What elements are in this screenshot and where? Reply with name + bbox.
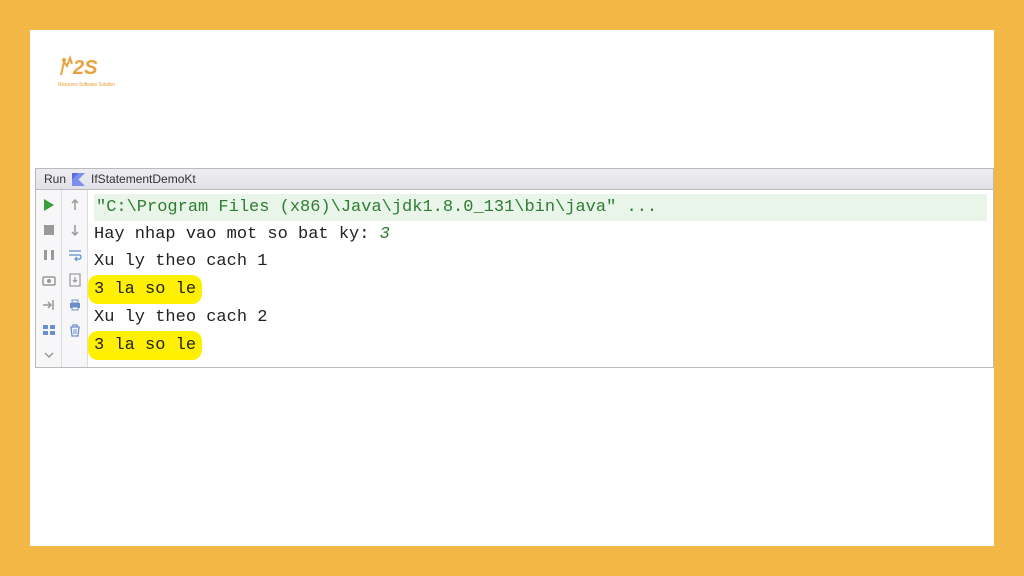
- print-button[interactable]: [62, 292, 88, 317]
- scroll-up-button[interactable]: [62, 192, 88, 217]
- output-line-1: Xu ly theo cach 1: [94, 252, 267, 271]
- clear-button[interactable]: [62, 317, 88, 342]
- highlighted-result-2: 3 la so le: [88, 331, 202, 360]
- kotlin-file-icon: [72, 173, 85, 186]
- run-body: "C:\Program Files (x86)\Java\jdk1.8.0_13…: [36, 190, 993, 367]
- toolbar-right-column: [62, 190, 88, 367]
- console-output[interactable]: "C:\Program Files (x86)\Java\jdk1.8.0_13…: [88, 190, 993, 367]
- scroll-to-end-button[interactable]: [62, 267, 88, 292]
- pause-button[interactable]: [36, 242, 62, 267]
- content-card: 2S Resource Software Solution Run IfStat…: [30, 30, 994, 546]
- highlighted-result-1: 3 la so le: [88, 275, 202, 304]
- run-config-name: IfStatementDemoKt: [91, 172, 196, 186]
- stop-button[interactable]: [36, 217, 62, 242]
- logo-tagline: Resource Software Solution: [58, 82, 115, 88]
- play-button[interactable]: [36, 192, 62, 217]
- dump-button[interactable]: [36, 267, 62, 292]
- toolbar-left-column: [36, 190, 62, 367]
- layout-button[interactable]: [36, 317, 62, 342]
- run-label: Run: [44, 172, 66, 186]
- soft-wrap-button[interactable]: [62, 242, 88, 267]
- svg-text:2S: 2S: [72, 57, 98, 79]
- r2s-logo-icon: 2S: [58, 50, 118, 80]
- run-panel-header: Run IfStatementDemoKt: [36, 169, 993, 190]
- command-line: "C:\Program Files (x86)\Java\jdk1.8.0_13…: [94, 194, 987, 221]
- scroll-down-button[interactable]: [62, 217, 88, 242]
- output-line-2: Xu ly theo cach 2: [94, 308, 267, 327]
- exit-button[interactable]: [36, 292, 62, 317]
- run-panel: Run IfStatementDemoKt: [35, 168, 994, 368]
- logo: 2S Resource Software Solution: [58, 50, 118, 88]
- more-button[interactable]: [36, 342, 62, 367]
- prompt-text: Hay nhap vao mot so bat ky:: [94, 225, 380, 244]
- user-input: 3: [380, 225, 390, 244]
